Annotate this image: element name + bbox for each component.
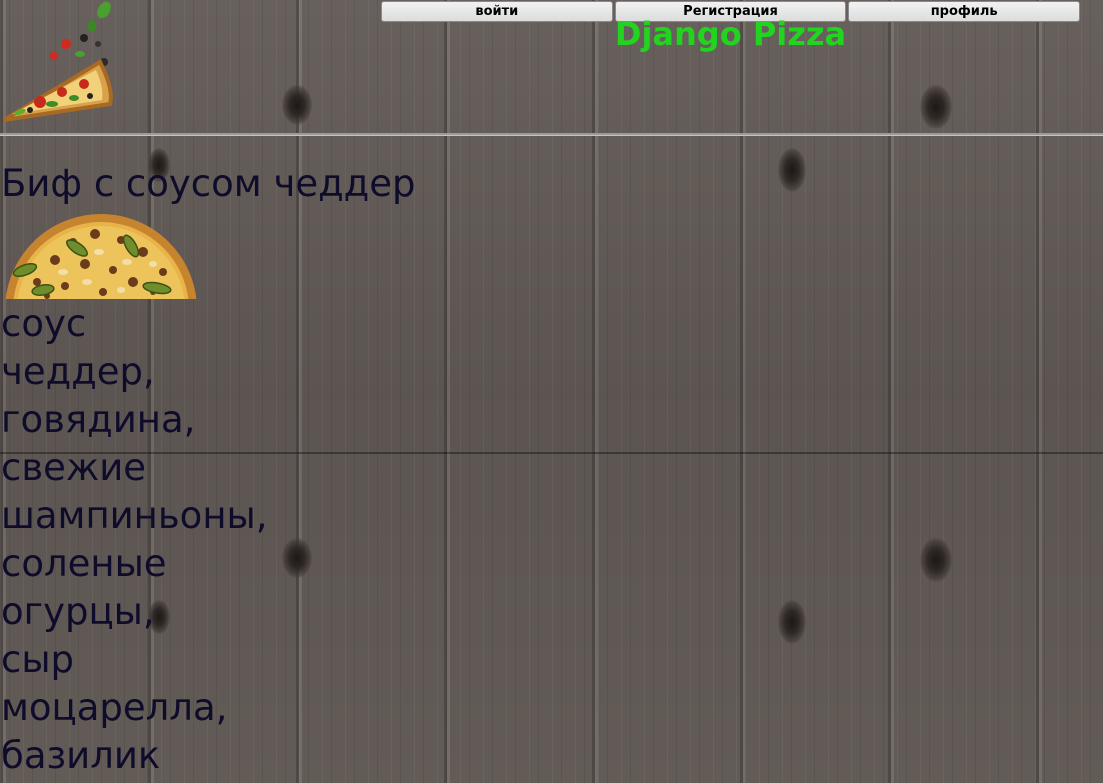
description-line: соус (1, 302, 87, 345)
description-line: шампиньоны, (1, 494, 268, 537)
wood-knot (778, 600, 806, 644)
description-line: свежие (1, 446, 147, 489)
description-line: базилик (1, 734, 161, 777)
product-name: Биф с соусом чеддер (1, 162, 416, 205)
site-title: Django Pizza (614, 15, 847, 53)
pizza-slice-logo-icon (0, 0, 116, 130)
description-line: чеддер, (1, 350, 155, 393)
pizza-image[interactable] (3, 212, 199, 299)
wood-knot (920, 85, 952, 129)
wood-knot (920, 538, 952, 582)
description-line: моцарелла, (1, 686, 228, 729)
description-line: соленые (1, 542, 167, 585)
header-divider (0, 133, 1103, 136)
description-line: сыр (1, 638, 75, 681)
product-description: соус чеддер, говядина, свежие шампиньоны… (1, 300, 301, 780)
description-line: говядина, (1, 398, 196, 441)
wood-knot (282, 85, 312, 125)
description-line: огурцы, (1, 590, 155, 633)
wood-knot (778, 148, 806, 192)
